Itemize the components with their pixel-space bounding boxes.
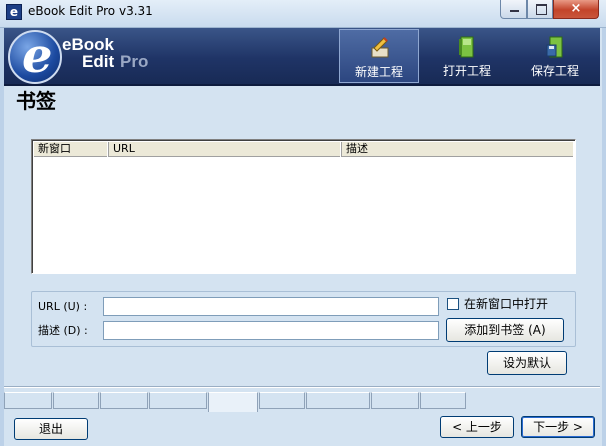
logo-word-pro: Pro — [120, 52, 149, 71]
previous-step-button[interactable]: < 上一步 — [440, 416, 514, 438]
new-project-button[interactable]: 新建工程 — [339, 29, 419, 83]
bookmarks-list-header: 新窗口 URL 描述 — [34, 142, 573, 157]
ebook-logo-icon: e — [8, 28, 62, 84]
page-tab-9[interactable] — [420, 392, 466, 409]
app-icon[interactable]: e — [6, 4, 22, 20]
set-default-button[interactable]: 设为默认 — [487, 351, 567, 375]
description-label: 描述 (D) : — [38, 324, 88, 337]
close-icon: × — [570, 1, 582, 16]
page-tab-8[interactable] — [371, 392, 419, 409]
page-tab-6[interactable] — [259, 392, 305, 409]
page-tab-3[interactable] — [100, 392, 148, 409]
separator-line — [4, 386, 600, 388]
next-step-button[interactable]: 下一步 > — [521, 416, 595, 438]
page-tab-5[interactable] — [208, 392, 258, 412]
page-tab-2[interactable] — [53, 392, 99, 409]
new-project-icon — [371, 37, 389, 58]
open-project-button[interactable]: 打开工程 — [427, 29, 507, 83]
bookmarks-list[interactable]: 新窗口 URL 描述 — [31, 139, 576, 274]
save-project-button[interactable]: 保存工程 — [515, 29, 595, 83]
minimize-button[interactable] — [500, 0, 527, 19]
window-frame-right — [602, 28, 606, 446]
save-project-label: 保存工程 — [530, 64, 579, 78]
logo-letter: e — [22, 28, 53, 84]
save-project-icon — [546, 36, 563, 58]
open-in-new-window-checkbox[interactable] — [447, 298, 459, 310]
window-frame-left — [0, 28, 4, 446]
window-title: eBook Edit Pro v3.31 — [28, 4, 153, 18]
page-title: 书签 — [16, 89, 56, 113]
description-input[interactable] — [103, 321, 439, 340]
exit-button[interactable]: 退出 — [14, 418, 88, 440]
open-in-new-window-label[interactable]: 在新窗口中打开 — [464, 297, 548, 311]
column-header-new-window[interactable]: 新窗口 — [34, 142, 109, 157]
column-header-description[interactable]: 描述 — [342, 142, 573, 157]
maximize-button[interactable] — [527, 0, 553, 19]
brand-toolbar: e eBook Edit Pro 新建工程 打开工程 保存工程 — [4, 28, 600, 86]
url-input[interactable] — [103, 297, 439, 316]
page-tab-7[interactable] — [306, 392, 370, 409]
url-label: URL (U) : — [38, 300, 88, 313]
open-project-label: 打开工程 — [442, 64, 491, 78]
logo-word-edit: Edit — [82, 52, 115, 71]
new-project-label: 新建工程 — [354, 65, 403, 79]
open-project-icon — [459, 36, 474, 58]
page-tab-1[interactable] — [4, 392, 52, 409]
page-tab-4[interactable] — [149, 392, 207, 409]
window-title-bar[interactable]: e eBook Edit Pro v3.31 × — [0, 0, 606, 28]
close-button[interactable]: × — [553, 0, 599, 19]
add-to-bookmarks-button[interactable]: 添加到书签 (A) — [446, 318, 564, 342]
page-tab-strip — [4, 392, 600, 412]
column-header-url[interactable]: URL — [109, 142, 342, 157]
